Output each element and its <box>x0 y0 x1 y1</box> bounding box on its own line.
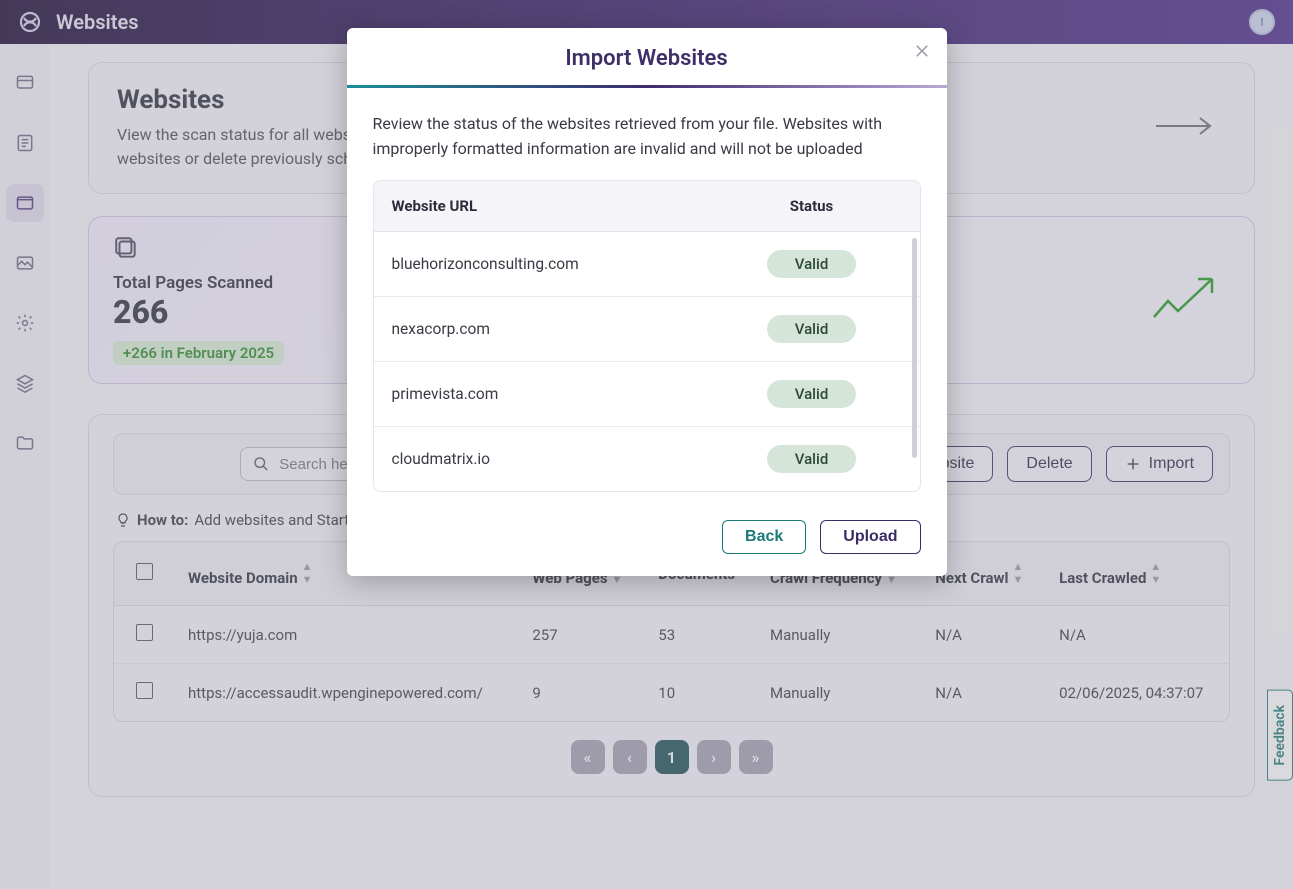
modal-body: Review the status of the websites retrie… <box>347 88 947 502</box>
import-modal: Import Websites Review the status of the… <box>347 28 947 576</box>
status-badge: Valid <box>767 380 857 408</box>
review-row: cloudmatrix.io Valid <box>374 427 920 491</box>
status-badge: Valid <box>767 315 857 343</box>
review-table: Website URL Status bluehorizonconsulting… <box>373 180 921 492</box>
scroll-thumb[interactable] <box>912 238 917 458</box>
modal-footer: Back Upload <box>347 502 947 576</box>
col-url: Website URL <box>392 197 722 215</box>
modal-header: Import Websites <box>347 28 947 85</box>
status-badge: Valid <box>767 250 857 278</box>
status-badge: Valid <box>767 445 857 473</box>
back-button[interactable]: Back <box>722 520 806 554</box>
review-url: bluehorizonconsulting.com <box>392 255 722 273</box>
review-row: nexacorp.com Valid <box>374 297 920 362</box>
col-status: Status <box>722 197 902 215</box>
review-url: cloudmatrix.io <box>392 450 722 468</box>
review-head: Website URL Status <box>374 181 920 232</box>
close-icon[interactable] <box>913 42 931 64</box>
review-row: primevista.com Valid <box>374 362 920 427</box>
modal-description: Review the status of the websites retrie… <box>373 112 921 162</box>
modal-title: Import Websites <box>371 46 923 71</box>
upload-button[interactable]: Upload <box>820 520 920 554</box>
review-url: primevista.com <box>392 385 722 403</box>
review-row: bluehorizonconsulting.com Valid <box>374 232 920 297</box>
review-rows[interactable]: bluehorizonconsulting.comValidnexacorp.c… <box>374 232 920 491</box>
review-url: nexacorp.com <box>392 320 722 338</box>
